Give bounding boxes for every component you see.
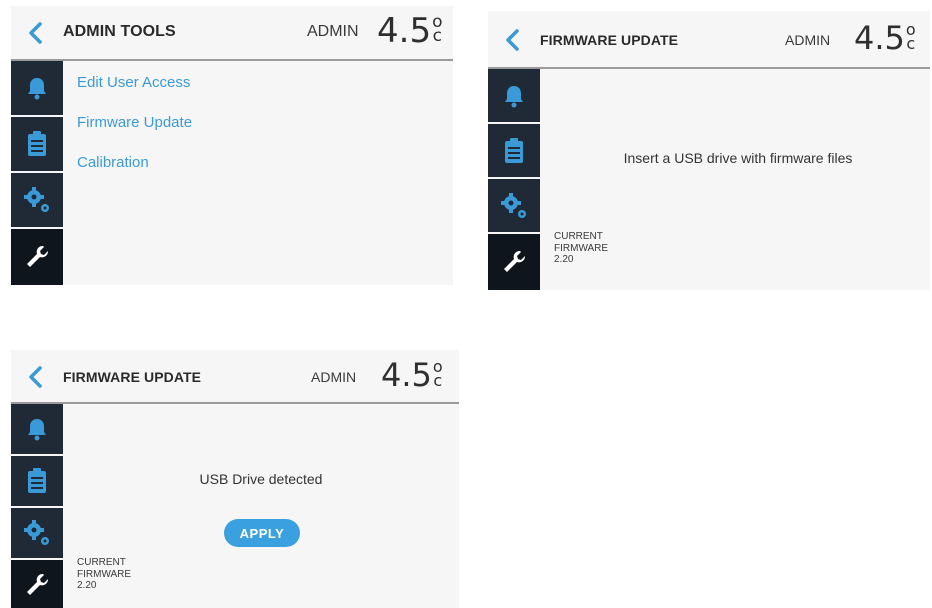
- sidebar-item-settings[interactable]: [11, 508, 63, 558]
- apply-button[interactable]: APPLY: [224, 519, 300, 547]
- menu-item-calibration[interactable]: Calibration: [77, 154, 149, 171]
- temperature-value: 4.5: [854, 19, 905, 57]
- menu-item-firmware-update[interactable]: Firmware Update: [77, 114, 192, 131]
- sidebar-item-tools[interactable]: [11, 229, 63, 285]
- user-label: ADMIN: [311, 369, 357, 385]
- firmware-version: 2.20: [554, 254, 574, 265]
- sidebar-nav: [11, 404, 63, 608]
- firmware-update-screen-insert: FIRMWARE UPDATE ADMIN 4.5 o c Insert a U…: [488, 11, 930, 290]
- bell-icon: [28, 419, 46, 441]
- bell-icon: [28, 78, 46, 100]
- chevron-left-icon: [29, 22, 42, 44]
- current-firmware-info: CURRENT FIRMWARE 2.20: [77, 557, 131, 592]
- sidebar-item-tools[interactable]: [488, 234, 540, 290]
- back-button[interactable]: [23, 362, 49, 392]
- wrench-icon: [27, 245, 49, 267]
- gears-icon: [501, 192, 526, 218]
- user-label: ADMIN: [307, 23, 359, 40]
- unit-celsius: c: [432, 26, 442, 47]
- firmware-label-firmware: FIRMWARE: [77, 568, 132, 580]
- temperature-readout: 4.5 o c: [854, 22, 916, 54]
- sidebar-nav: [488, 69, 540, 290]
- firmware-label-current: CURRENT: [554, 231, 603, 242]
- clipboard-icon: [505, 137, 523, 163]
- temperature-unit: o c: [906, 22, 916, 53]
- sidebar-item-alarms[interactable]: [11, 404, 63, 454]
- firmware-label-current: CURRENT: [77, 557, 126, 568]
- temperature-readout: 4.5 o c: [377, 11, 442, 51]
- sidebar-item-log[interactable]: [488, 124, 540, 177]
- unit-celsius: c: [906, 33, 916, 53]
- sidebar-item-settings[interactable]: [11, 173, 63, 227]
- sidebar-item-alarms[interactable]: [11, 61, 63, 115]
- back-button[interactable]: [500, 25, 526, 55]
- bell-icon: [505, 85, 523, 107]
- admin-tools-screen: ADMIN TOOLS ADMIN 4.5 o c Edit User Acce…: [11, 6, 453, 285]
- gears-icon: [24, 520, 49, 545]
- clipboard-icon: [28, 468, 46, 493]
- sidebar-item-log[interactable]: [11, 117, 63, 171]
- sidebar-item-settings[interactable]: [488, 179, 540, 232]
- header-bar: FIRMWARE UPDATE ADMIN 4.5 o c: [488, 11, 930, 69]
- gears-icon: [24, 187, 49, 212]
- sidebar-item-tools[interactable]: [11, 560, 63, 608]
- temperature-readout: 4.5 o c: [381, 359, 443, 391]
- chevron-left-icon: [29, 366, 42, 388]
- wrench-icon: [504, 250, 526, 272]
- chevron-left-icon: [506, 29, 519, 51]
- temperature-unit: o c: [433, 359, 443, 390]
- header-bar: ADMIN TOOLS ADMIN 4.5 o c: [11, 6, 453, 61]
- page-title: FIRMWARE UPDATE: [540, 32, 679, 48]
- clipboard-icon: [28, 131, 46, 156]
- firmware-update-screen-detected: FIRMWARE UPDATE ADMIN 4.5 o c USB Drive …: [11, 350, 459, 608]
- back-button[interactable]: [23, 18, 49, 48]
- temperature-value: 4.5: [381, 356, 432, 394]
- page-title: FIRMWARE UPDATE: [63, 369, 202, 385]
- status-message: Insert a USB drive with firmware files: [623, 150, 853, 166]
- temperature-unit: o c: [432, 13, 442, 47]
- temperature-value: 4.5: [377, 11, 432, 51]
- page-title: ADMIN TOOLS: [63, 23, 176, 40]
- header-bar: FIRMWARE UPDATE ADMIN 4.5 o c: [11, 350, 459, 404]
- current-firmware-info: CURRENT FIRMWARE 2.20: [554, 231, 608, 266]
- sidebar-item-alarms[interactable]: [488, 69, 540, 122]
- sidebar-item-log[interactable]: [11, 456, 63, 506]
- firmware-label-firmware: FIRMWARE: [554, 242, 609, 254]
- wrench-icon: [27, 573, 49, 595]
- menu-item-edit-user-access[interactable]: Edit User Access: [77, 74, 190, 91]
- status-message: USB Drive detected: [199, 471, 323, 487]
- sidebar-nav: [11, 61, 63, 285]
- user-label: ADMIN: [785, 32, 831, 48]
- unit-celsius: c: [433, 370, 443, 390]
- firmware-version: 2.20: [77, 580, 97, 591]
